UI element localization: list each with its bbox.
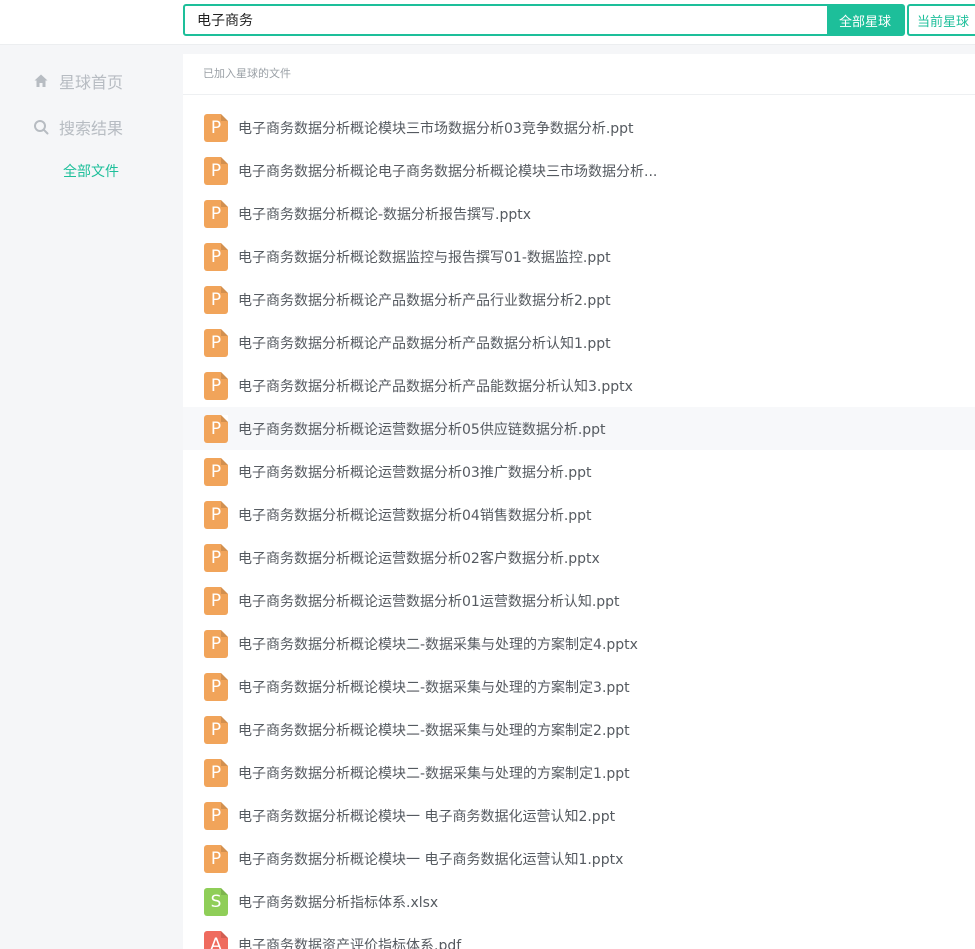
search-box: 全部星球 (183, 4, 905, 36)
file-name: 电子商务数据分析概论数据监控与报告撰写01-数据监控.ppt (238, 249, 611, 266)
file-name: 电子商务数据分析概论模块二-数据采集与处理的方案制定1.ppt (238, 765, 630, 782)
home-icon (34, 74, 48, 87)
file-list-item[interactable]: P 电子商务数据分析概论模块二-数据采集与处理的方案制定2.ppt (183, 708, 975, 751)
file-list-item[interactable]: P 电子商务数据分析概论产品数据分析产品数据分析认知1.ppt (183, 321, 975, 364)
file-list-item[interactable]: S 电子商务数据分析指标体系.xlsx (183, 880, 975, 923)
sidebar-item-label: 全部文件 (63, 164, 119, 180)
ppt-file-icon: P (204, 543, 228, 572)
file-list-item[interactable]: P 电子商务数据分析概论模块一 电子商务数据化运营认知1.pptx (183, 837, 975, 880)
file-name: 电子商务数据分析概论运营数据分析01运营数据分析认知.ppt (238, 593, 620, 610)
file-list-item[interactable]: P 电子商务数据分析概论模块二-数据采集与处理的方案制定4.pptx (183, 622, 975, 665)
ppt-file-icon: P (204, 758, 228, 787)
file-panel: 已加入星球的文件 P 电子商务数据分析概论模块三市场数据分析03竞争数据分析.pp… (183, 54, 975, 949)
file-list-item[interactable]: P 电子商务数据分析概论运营数据分析04销售数据分析.ppt (183, 493, 975, 536)
ppt-file-icon: P (204, 156, 228, 185)
ppt-file-icon: P (204, 586, 228, 615)
file-name: 电子商务数据分析概论模块二-数据采集与处理的方案制定2.ppt (238, 722, 630, 739)
ppt-file-icon: P (204, 457, 228, 486)
file-list-item[interactable]: P 电子商务数据分析概论-数据分析报告撰写.pptx (183, 192, 975, 235)
file-list-item[interactable]: P 电子商务数据分析概论产品数据分析产品能数据分析认知3.pptx (183, 364, 975, 407)
file-name: 电子商务数据分析概论产品数据分析产品数据分析认知1.ppt (238, 335, 611, 352)
ppt-file-icon: P (204, 629, 228, 658)
ppt-file-icon: P (204, 672, 228, 701)
section-title: 已加入星球的文件 (183, 54, 975, 95)
file-name: 电子商务数据分析概论模块一 电子商务数据化运营认知1.pptx (238, 851, 624, 868)
pdf-file-icon: A (204, 930, 228, 949)
search-current-planet-button[interactable]: 当前星球 (907, 4, 975, 36)
file-list-item[interactable]: P 电子商务数据分析概论运营数据分析05供应链数据分析.ppt (183, 407, 975, 450)
sidebar-item-all-files[interactable]: 全部文件 (63, 161, 119, 181)
file-list-item[interactable]: P 电子商务数据分析概论电子商务数据分析概论模块三市场数据分析... (183, 149, 975, 192)
sidebar-item-search-results[interactable]: 搜索结果 (33, 115, 123, 139)
file-list-item[interactable]: P 电子商务数据分析概论模块二-数据采集与处理的方案制定3.ppt (183, 665, 975, 708)
ppt-file-icon: P (204, 500, 228, 529)
search-all-planets-button[interactable]: 全部星球 (827, 6, 903, 34)
file-name: 电子商务数据分析概论模块二-数据采集与处理的方案制定3.ppt (238, 679, 630, 696)
file-list-item[interactable]: P 电子商务数据分析概论运营数据分析01运营数据分析认知.ppt (183, 579, 975, 622)
sidebar-item-label: 搜索结果 (59, 119, 124, 138)
sidebar-item-home[interactable]: 星球首页 (33, 69, 123, 93)
ppt-file-icon: P (204, 371, 228, 400)
file-list-item[interactable]: P 电子商务数据分析概论产品数据分析产品行业数据分析2.ppt (183, 278, 975, 321)
file-name: 电子商务数据分析概论运营数据分析05供应链数据分析.ppt (238, 421, 606, 438)
file-list: P 电子商务数据分析概论模块三市场数据分析03竞争数据分析.ppt P 电子商务数据分… (183, 95, 975, 949)
file-name: 电子商务数据资产评价指标体系.pdf (238, 937, 462, 949)
ppt-file-icon: P (204, 414, 228, 443)
file-name: 电子商务数据分析指标体系.xlsx (238, 894, 439, 911)
file-list-item[interactable]: P 电子商务数据分析概论运营数据分析02客户数据分析.pptx (183, 536, 975, 579)
sidebar-item-label: 星球首页 (59, 73, 124, 92)
file-name: 电子商务数据分析概论运营数据分析02客户数据分析.pptx (238, 550, 600, 567)
ppt-file-icon: P (204, 285, 228, 314)
ppt-file-icon: P (204, 242, 228, 271)
search-input[interactable] (185, 6, 827, 34)
file-list-item[interactable]: P 电子商务数据分析概论数据监控与报告撰写01-数据监控.ppt (183, 235, 975, 278)
file-name: 电子商务数据分析概论模块二-数据采集与处理的方案制定4.pptx (238, 636, 638, 653)
file-list-item[interactable]: A 电子商务数据资产评价指标体系.pdf (183, 923, 975, 949)
top-bar: 全部星球 当前星球 (0, 0, 975, 45)
xls-file-icon: S (204, 887, 228, 916)
ppt-file-icon: P (204, 715, 228, 744)
file-name: 电子商务数据分析概论模块一 电子商务数据化运营认知2.ppt (238, 808, 616, 825)
ppt-file-icon: P (204, 844, 228, 873)
file-name: 电子商务数据分析概论运营数据分析03推广数据分析.ppt (238, 464, 592, 481)
file-name: 电子商务数据分析概论电子商务数据分析概论模块三市场数据分析... (238, 163, 658, 180)
file-list-item[interactable]: P 电子商务数据分析概论模块二-数据采集与处理的方案制定1.ppt (183, 751, 975, 794)
file-name: 电子商务数据分析概论产品数据分析产品行业数据分析2.ppt (238, 292, 611, 309)
file-name: 电子商务数据分析概论运营数据分析04销售数据分析.ppt (238, 507, 592, 524)
sidebar: 星球首页 搜索结果 全部文件 (0, 45, 183, 949)
ppt-file-icon: P (204, 801, 228, 830)
file-name: 电子商务数据分析概论模块三市场数据分析03竞争数据分析.ppt (238, 120, 634, 137)
file-name: 电子商务数据分析概论-数据分析报告撰写.pptx (238, 206, 532, 223)
file-list-item[interactable]: P 电子商务数据分析概论模块一 电子商务数据化运营认知2.ppt (183, 794, 975, 837)
ppt-file-icon: P (204, 199, 228, 228)
ppt-file-icon: P (204, 328, 228, 357)
file-list-item[interactable]: P 电子商务数据分析概论模块三市场数据分析03竞争数据分析.ppt (183, 106, 975, 149)
file-name: 电子商务数据分析概论产品数据分析产品能数据分析认知3.pptx (238, 378, 633, 395)
search-icon (34, 120, 49, 135)
ppt-file-icon: P (204, 113, 228, 142)
file-list-item[interactable]: P 电子商务数据分析概论运营数据分析03推广数据分析.ppt (183, 450, 975, 493)
